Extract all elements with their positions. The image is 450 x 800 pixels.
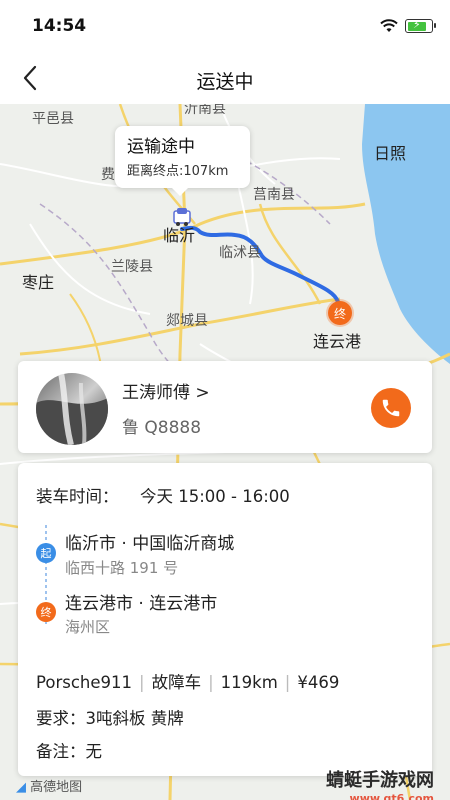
map-label-lanling: 兰陵县 xyxy=(111,259,153,275)
route-line xyxy=(180,225,340,304)
map-logo: ◢ 高德地图 xyxy=(16,776,82,795)
status-time: 14:54 xyxy=(32,16,87,36)
price: ¥469 xyxy=(297,673,340,692)
car-type: 故障车 xyxy=(151,673,202,692)
map-label-pingyi: 平邑县 xyxy=(32,111,74,127)
load-time-value: 今天 15:00 - 16:00 xyxy=(140,487,290,506)
wifi-icon xyxy=(380,19,398,32)
map-label-fei: 费 xyxy=(101,167,115,183)
call-driver-button[interactable] xyxy=(371,388,411,428)
order-card: 装车时间： 今天 15:00 - 16:00 起 临沂市 · 中国临沂商城 临西… xyxy=(18,463,432,776)
watermark-text: 蜻蜓手游戏网 xyxy=(326,770,434,791)
tooltip-title: 运输途中 xyxy=(127,137,195,157)
page-title: 运送中 xyxy=(196,71,254,93)
note: 备注：无 xyxy=(36,742,102,761)
end-address: 海州区 xyxy=(65,618,111,636)
transit-tooltip: 运输途中 距离终点:107km xyxy=(115,126,250,196)
watermark: 蜻蜓手游戏网 www.qt6.com xyxy=(326,766,434,800)
driver-name[interactable]: 王涛师傅 > xyxy=(122,378,210,403)
map-label-junan: 莒南县 xyxy=(253,187,295,203)
end-title: 连云港市 · 连云港市 xyxy=(65,594,218,614)
end-badge: 终 xyxy=(36,602,56,622)
vehicle-meta: Porsche911 | 故障车 | 119km | ¥469 xyxy=(36,673,340,692)
map-label-zaozhuang: 枣庄 xyxy=(22,273,55,292)
requirement: 要求：3吨斜板 黄牌 xyxy=(36,709,184,728)
truck-marker-icon[interactable] xyxy=(170,205,194,229)
avatar xyxy=(36,373,108,445)
start-address: 临西十路 191 号 xyxy=(65,559,179,577)
status-bar: 14:54 ⚡ xyxy=(0,0,450,52)
load-time-label: 装车时间： xyxy=(36,487,119,506)
trip-distance: 119km xyxy=(220,673,278,692)
map-logo-text: 高德地图 xyxy=(30,780,83,795)
map-label-tancheng: 郯城县 xyxy=(166,313,208,329)
destination-marker[interactable]: 终 xyxy=(328,301,352,325)
map-label-yinan: 沂南县 xyxy=(184,104,226,117)
map-label-lianyungang: 连云港 xyxy=(313,332,362,351)
map-label-linshu: 临沭县 xyxy=(219,245,261,261)
nav-bar: 运送中 xyxy=(0,52,450,104)
start-badge: 起 xyxy=(36,543,56,563)
battery-icon: ⚡ xyxy=(405,18,436,33)
license-plate: 鲁 Q8888 xyxy=(122,418,202,438)
map-label-rizhao: 日照 xyxy=(374,144,407,163)
watermark-url: www.qt6.com xyxy=(349,792,434,800)
tooltip-distance: 距离终点:107km xyxy=(127,164,229,179)
car-model: Porsche911 xyxy=(36,673,133,692)
map-logo-icon: ◢ xyxy=(16,780,26,795)
phone-icon xyxy=(382,399,400,417)
driver-card[interactable]: 王涛师傅 > 鲁 Q8888 xyxy=(18,361,432,453)
start-title: 临沂市 · 中国临沂商城 xyxy=(65,534,235,554)
